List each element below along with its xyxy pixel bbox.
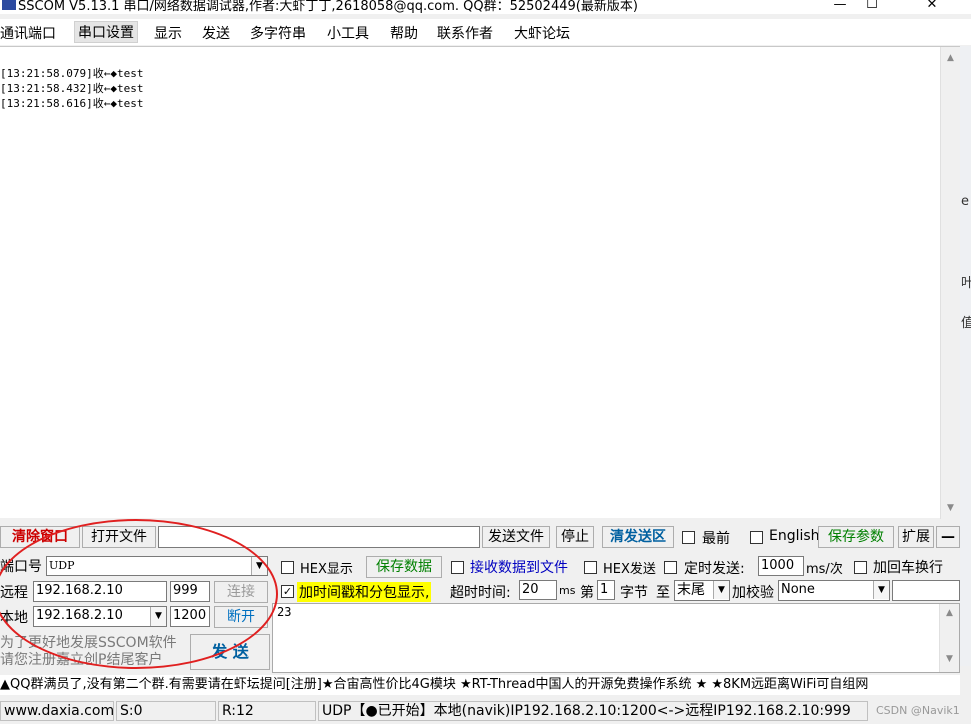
timed-send-label: 定时发送:: [684, 561, 745, 577]
connect-button[interactable]: 连接: [214, 581, 268, 603]
send-button[interactable]: 发 送: [190, 634, 270, 670]
maximize-button[interactable]: ☐: [852, 0, 892, 12]
interval-input[interactable]: 1000: [758, 556, 804, 576]
front-label: 最前: [702, 531, 730, 547]
send-text: 23: [277, 605, 292, 619]
recv-to-file-checkbox[interactable]: [451, 561, 464, 574]
add-crlf-checkbox[interactable]: [854, 561, 867, 574]
scroll-up-icon[interactable]: ▲: [941, 608, 958, 618]
remote-label: 远程: [0, 585, 28, 601]
timeout-unit-label: ms: [559, 584, 576, 597]
local-label: 本地: [0, 610, 28, 626]
open-file-button[interactable]: 打开文件: [82, 526, 156, 548]
timeout-label: 超时时间:: [450, 585, 511, 601]
port-select[interactable]: UDP ▼: [46, 556, 268, 576]
to-label: 至: [656, 585, 670, 601]
website-link[interactable]: www.daxia.com: [0, 701, 114, 721]
menu-forum[interactable]: 大虾论坛: [514, 23, 570, 43]
receive-area[interactable]: [13:21:58.079]收←◆test [13:21:58.432]收←◆t…: [0, 46, 960, 519]
checksum-select[interactable]: None ▼: [778, 580, 890, 601]
add-crlf-label: 加回车换行: [873, 560, 943, 576]
scroll-down-icon[interactable]: ▼: [942, 503, 959, 513]
promo-note: 为了更好地发展SSCOM软件 请您注册嘉立创P结尾客户: [0, 635, 177, 668]
interval-unit-label: ms/次: [806, 562, 843, 577]
menu-tools[interactable]: 小工具: [327, 23, 369, 43]
scroll-down-icon[interactable]: ▼: [941, 654, 958, 664]
local-ip-select[interactable]: 192.168.2.10 ▼: [33, 606, 167, 627]
chevron-down-icon[interactable]: ▼: [873, 581, 889, 599]
menu-contact-author[interactable]: 联系作者: [437, 23, 493, 43]
received-count: R:12: [218, 701, 316, 721]
english-label: English: [769, 528, 820, 544]
menu-bar: 通讯端口 串口设置 显示 发送 多字符串 小工具 帮助 联系作者 大虾论坛: [0, 19, 971, 45]
save-data-button[interactable]: 保存数据: [366, 556, 442, 578]
window-title: SSCOM V5.13.1 串口/网络数据调试器,作者:大虾丁丁,2618058…: [18, 0, 638, 14]
remote-ip-input[interactable]: 192.168.2.10: [33, 581, 167, 602]
timed-send-checkbox[interactable]: [664, 561, 677, 574]
file-path-input[interactable]: [158, 526, 480, 548]
log-line: [13:21:58.616]收←◆test: [0, 97, 144, 110]
menu-serial-settings[interactable]: 串口设置: [74, 21, 138, 43]
send-scrollbar[interactable]: ▲ ▼: [939, 604, 959, 672]
connection-info: UDP【●已开始】本地(navik)IP192.168.2.10:1200<->…: [318, 701, 868, 721]
send-text-area[interactable]: 23 ▲ ▼: [272, 603, 960, 673]
menu-comm-port[interactable]: 通讯端口: [0, 23, 56, 43]
checksum-result-input[interactable]: [892, 580, 960, 601]
clear-send-area-button[interactable]: 清发送区: [602, 526, 674, 548]
log-line: [13:21:58.432]收←◆test: [0, 82, 144, 95]
menu-send[interactable]: 发送: [202, 23, 230, 43]
checksum-label: 加校验: [732, 585, 774, 601]
menu-display[interactable]: 显示: [154, 23, 182, 43]
csdn-watermark: CSDN @Navik1: [876, 704, 960, 717]
log-line: [13:21:58.079]收←◆test: [0, 67, 144, 80]
front-checkbox[interactable]: [682, 531, 695, 544]
collapse-button[interactable]: —: [936, 526, 960, 548]
disconnect-button[interactable]: 断开: [214, 606, 268, 628]
save-params-button[interactable]: 保存参数: [818, 526, 894, 548]
sent-count: S:0: [116, 701, 216, 721]
clear-window-button[interactable]: 清除窗口: [0, 526, 80, 548]
send-file-button[interactable]: 发送文件: [482, 526, 550, 548]
byte-label: 字节: [620, 585, 648, 601]
hex-display-checkbox[interactable]: [281, 561, 294, 574]
app-icon: [2, 0, 16, 10]
nth-input[interactable]: 1: [597, 580, 615, 600]
expand-button[interactable]: 扩展: [898, 526, 934, 548]
chevron-down-icon[interactable]: ▼: [150, 607, 166, 626]
hex-send-checkbox[interactable]: [584, 561, 597, 574]
title-bar: SSCOM V5.13.1 串口/网络数据调试器,作者:大虾丁丁,2618058…: [0, 0, 971, 14]
stop-button[interactable]: 停止: [556, 526, 594, 548]
local-port-input[interactable]: 1200: [170, 606, 210, 627]
scroll-up-icon[interactable]: ▲: [942, 53, 959, 63]
hex-send-label: HEX发送: [603, 562, 656, 577]
timestamp-label: 加时间戳和分包显示,: [297, 582, 432, 602]
news-ticker[interactable]: ▲QQ群满员了,没有第二个群.有需要请在虾坛提问[注册]★合宙高性价比4G模块 …: [0, 675, 960, 695]
english-checkbox[interactable]: [750, 531, 763, 544]
timeout-input[interactable]: 20: [519, 580, 557, 600]
close-button[interactable]: ✕: [912, 0, 952, 12]
menu-multi-string[interactable]: 多字符串: [250, 23, 306, 43]
end-select[interactable]: 末尾 ▼: [674, 580, 730, 601]
recv-to-file-label[interactable]: 接收数据到文件: [470, 557, 568, 577]
nth-label: 第: [580, 585, 594, 601]
status-bar: www.daxia.com S:0 R:12 UDP【●已开始】本地(navik…: [0, 699, 971, 724]
port-label: 端口号: [0, 559, 42, 575]
remote-port-input[interactable]: 999: [170, 581, 210, 602]
receive-scrollbar[interactable]: ▲ ▼: [940, 47, 960, 519]
background-window-strip: e 叶 值: [960, 46, 971, 666]
hex-display-label: HEX显示: [300, 562, 353, 577]
menu-help[interactable]: 帮助: [390, 23, 418, 43]
timestamp-checkbox[interactable]: ✓: [281, 585, 294, 598]
chevron-down-icon[interactable]: ▼: [251, 557, 267, 575]
chevron-down-icon[interactable]: ▼: [713, 581, 729, 599]
